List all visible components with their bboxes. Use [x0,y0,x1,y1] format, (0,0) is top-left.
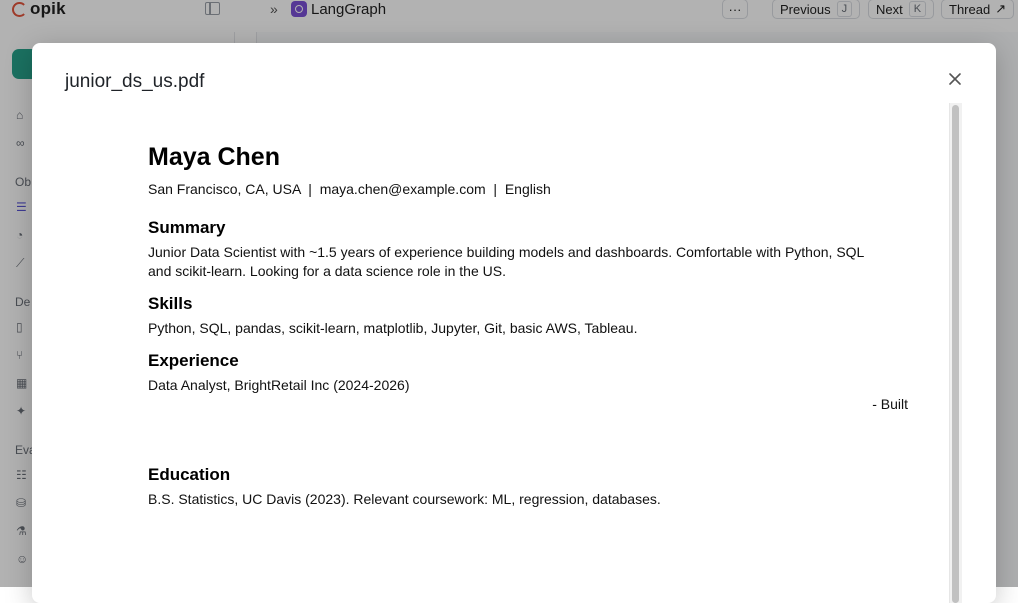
skills-heading: Skills [148,294,193,313]
scrollbar-thumb[interactable] [952,105,959,603]
experience-heading: Experience [148,351,239,370]
contact-line: San Francisco, CA, USA | maya.chen@examp… [148,181,551,197]
skills-text: Python, SQL, pandas, scikit-learn, matpl… [148,320,638,336]
experience-text: Data Analyst, BrightRetail Inc (2024-202… [148,377,410,393]
summary-heading: Summary [148,218,226,237]
experience-bullet: - Built [872,396,908,412]
summary-text: Junior Data Scientist with ~1.5 years of… [148,244,864,279]
education-heading: Education [148,465,231,484]
candidate-name: Maya Chen [148,143,280,171]
education-text: B.S. Statistics, UC Davis (2023). Releva… [148,491,661,507]
dialog-title: junior_ds_us.pdf [65,71,205,92]
close-icon[interactable] [946,70,964,88]
file-preview-dialog: junior_ds_us.pdf Maya Chen San Francisco… [32,43,996,603]
